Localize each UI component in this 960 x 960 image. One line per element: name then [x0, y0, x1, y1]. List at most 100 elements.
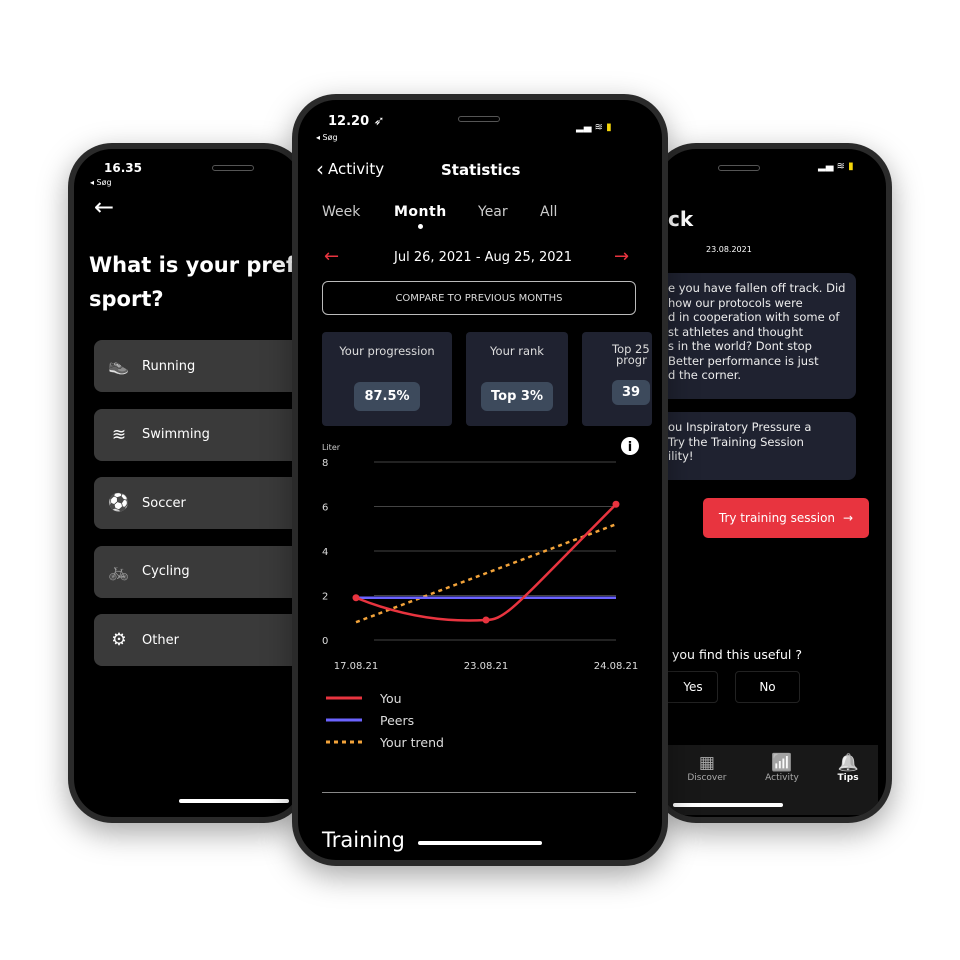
bell-icon: 🔔: [837, 753, 859, 773]
legend-label: Your trend: [379, 735, 444, 750]
running-shoe-icon: 👟: [108, 356, 130, 376]
notch: [718, 165, 760, 171]
message-line: st athletes and thought: [668, 324, 804, 339]
rank-card: Your rank Top 3%: [466, 332, 568, 426]
home-indicator: [179, 799, 289, 803]
chevron-left-icon: ‹: [316, 157, 324, 181]
arrow-right-icon: →: [843, 511, 854, 525]
next-arrow-icon[interactable]: →: [614, 246, 629, 267]
back-button[interactable]: ‹ Activity: [316, 157, 385, 181]
progression-card: Your progression 87.5%: [322, 332, 452, 426]
page-title-line2: sport?: [89, 287, 164, 311]
card-value: Top 3%: [481, 382, 553, 411]
bar-chart-icon: 📶: [771, 753, 793, 773]
date: 23.08.2021: [706, 245, 752, 254]
feedback-question: you find this useful ?: [672, 647, 802, 662]
series-line-you: [355, 503, 617, 622]
y-tick-label: 8: [322, 458, 328, 469]
y-tick-label: 6: [322, 503, 328, 514]
right-phone: ▂▄ ≋ ▮ ck 23.08.2021 e you have fallen o…: [652, 143, 892, 823]
prev-arrow-icon[interactable]: ←: [324, 246, 339, 267]
card-value: 87.5%: [354, 382, 420, 411]
card-label: Your progression: [339, 344, 435, 358]
page-title: What is your pref: [89, 253, 296, 277]
active-tab-dot: [417, 224, 423, 229]
message-line: e you have fallen off track. Did: [668, 281, 846, 295]
date-range: Jul 26, 2021 - Aug 25, 2021: [394, 250, 573, 265]
x-tick-label: 17.08.21: [334, 661, 379, 672]
data-point: [482, 616, 490, 624]
sport-option-other[interactable]: ⚙ Other: [94, 614, 302, 666]
tab-all[interactable]: All: [540, 204, 557, 220]
card-label: Your rank: [490, 344, 544, 358]
status-icons: ▂▄ ≋ ▮: [576, 122, 612, 133]
home-indicator: [673, 803, 783, 807]
data-point: [612, 500, 620, 508]
liter-chart: Liter 0 2 4 6 8 17.08.21 23.08.21 24.08.21 You Pee…: [322, 437, 639, 750]
home-indicator: [418, 841, 542, 845]
message-line: d in cooperation with some of: [668, 310, 840, 324]
notch: [212, 165, 254, 171]
message-bubble: ou Inspiratory Pressure a Try the Trainin…: [658, 412, 856, 480]
message-bubble: e you have fallen off track. Did how our …: [658, 273, 856, 399]
sport-label: Cycling: [142, 564, 190, 579]
bicycle-icon: 🚲: [108, 561, 130, 582]
sport-label: Soccer: [142, 495, 186, 511]
cta-label: Try training session: [718, 511, 836, 525]
message-line: ou Inspiratory Pressure a: [668, 420, 812, 434]
info-icon-glyph: i: [628, 440, 632, 455]
center-phone: 12.20 ➶ ◂ Søg ▂▄ ≋ ▮ ‹ Activity Statistic…: [292, 94, 668, 866]
sport-label: Swimming: [142, 427, 210, 442]
x-tick-label: 23.08.21: [464, 661, 509, 672]
status-time: 12.20 ➶: [328, 114, 385, 129]
divider: [322, 792, 636, 793]
grid-icon: ▦: [698, 753, 715, 773]
sport-option-cycling[interactable]: 🚲 Cycling: [94, 545, 302, 598]
status-time: 16.35: [104, 161, 142, 175]
message-line: d the corner.: [668, 368, 742, 382]
soccer-ball-icon: ⚽: [108, 493, 130, 513]
section-title: Training: [322, 828, 405, 852]
back-arrow-icon[interactable]: ←: [94, 193, 114, 221]
other-sports-icon: ⚙: [111, 630, 127, 650]
back-label: Activity: [328, 160, 385, 178]
center-screen: 12.20 ➶ ◂ Søg ▂▄ ≋ ▮ ‹ Activity Statistic…: [298, 100, 662, 860]
message-line: Better performance is just: [668, 353, 819, 368]
tab-week[interactable]: Week: [322, 204, 360, 220]
page-title: Statistics: [441, 161, 521, 179]
swimmer-icon: ≋: [111, 424, 127, 445]
no-button[interactable]: No: [735, 671, 800, 703]
sport-option-soccer[interactable]: ⚽ Soccer: [94, 477, 302, 529]
x-tick-label: 24.08.21: [594, 661, 639, 672]
data-point: [352, 594, 360, 602]
back-app-link[interactable]: ◂ Søg: [316, 133, 338, 142]
y-tick-label: 4: [322, 547, 328, 558]
left-screen: 16.35 ◂ Søg ← What is your pref sport? 👟…: [74, 149, 302, 817]
sport-label: Other: [142, 632, 179, 648]
nav-tips[interactable]: 🔔 Tips: [837, 753, 858, 815]
legend-label: You: [379, 691, 402, 706]
message-line: how our protocols were: [668, 295, 803, 310]
back-app-link[interactable]: ◂ Søg: [90, 178, 112, 187]
legend-label: Peers: [380, 713, 414, 728]
y-tick-label: 0: [322, 636, 328, 647]
sport-option-running[interactable]: 👟 Running: [94, 340, 302, 392]
compare-button[interactable]: COMPARE TO PREVIOUS MONTHS: [322, 281, 636, 315]
top25-card: Top 25 progr 39: [582, 332, 652, 426]
try-training-session-button[interactable]: Try training session →: [703, 498, 869, 538]
message-line: ility!: [668, 449, 694, 463]
tab-year[interactable]: Year: [478, 204, 508, 220]
y-tick-label: 2: [322, 592, 328, 603]
card-value: 39: [612, 380, 651, 405]
message-line: Try the Training Session: [668, 434, 804, 449]
right-screen: ▂▄ ≋ ▮ ck 23.08.2021 e you have fallen o…: [658, 149, 886, 817]
message-line: s in the world? Dont stop: [668, 339, 812, 353]
tab-month[interactable]: Month: [394, 204, 447, 229]
series-line-your-trend: [355, 523, 617, 624]
y-axis-label: Liter: [322, 443, 341, 452]
sport-option-swimming[interactable]: ≋ Swimming: [94, 408, 302, 461]
left-phone: 16.35 ◂ Søg ← What is your pref sport? 👟…: [68, 143, 308, 823]
status-icons: ▂▄ ≋ ▮: [818, 161, 854, 172]
notch: [458, 116, 500, 122]
card-label-2: progr: [616, 353, 647, 367]
